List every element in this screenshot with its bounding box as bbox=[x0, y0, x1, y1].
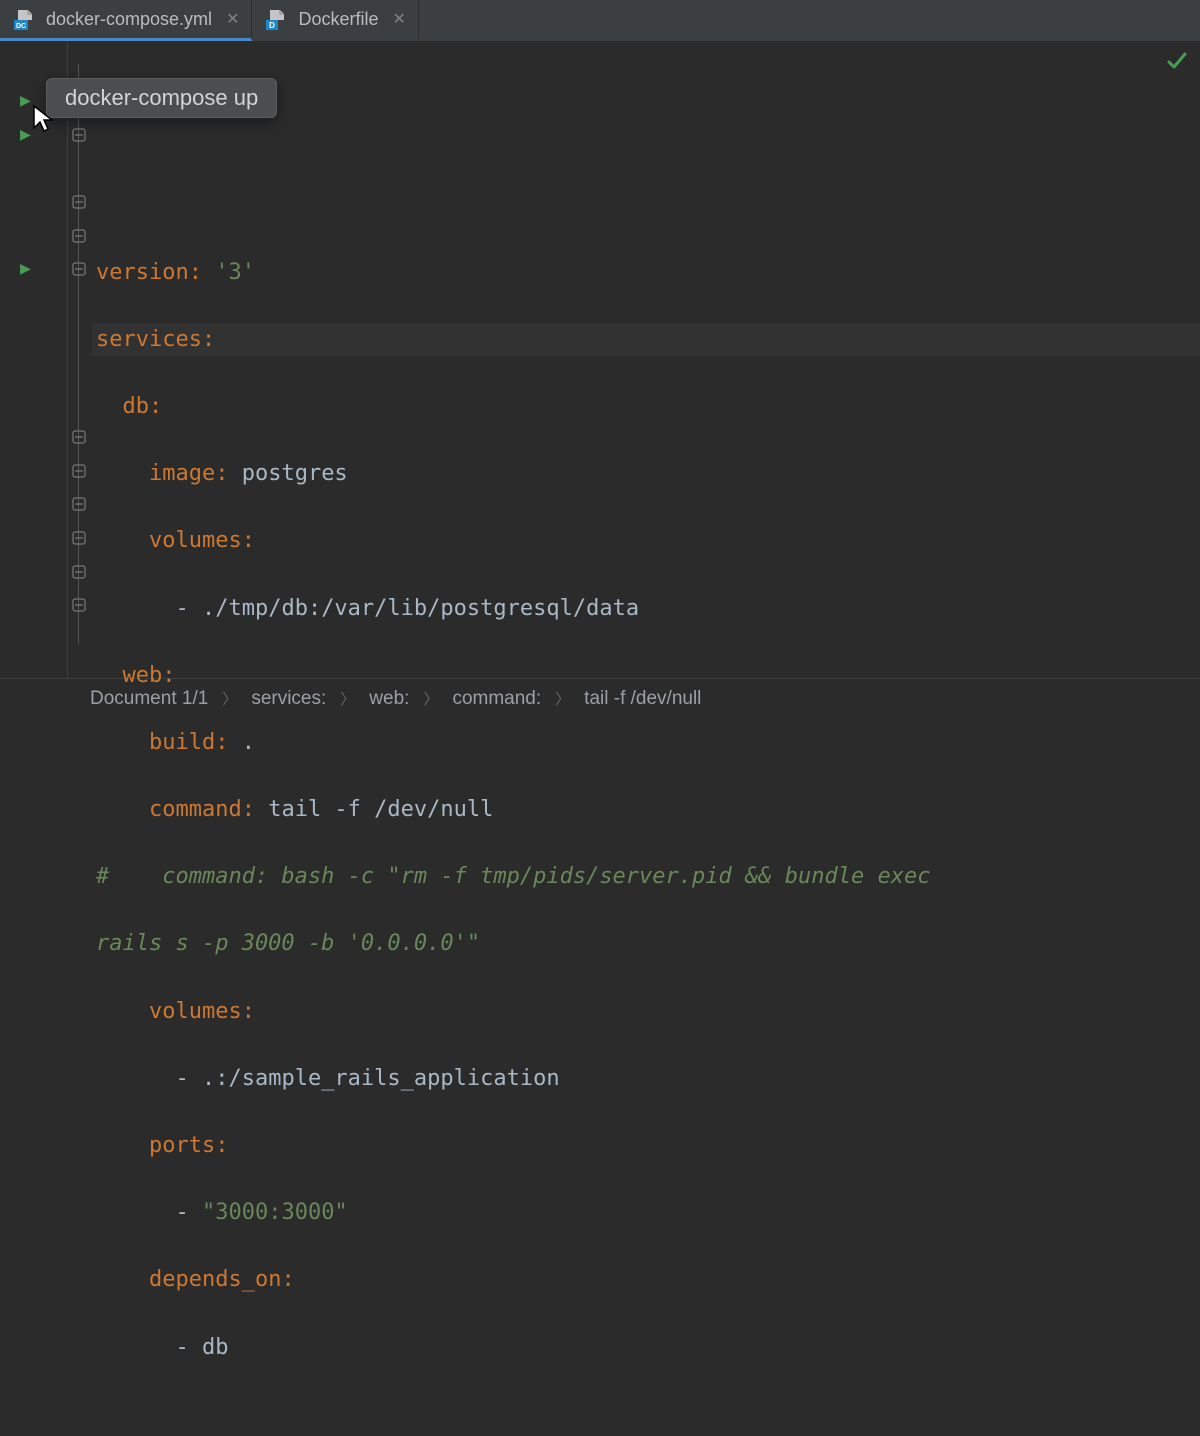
code-line: ports: bbox=[92, 1129, 1200, 1163]
code-line: - ./tmp/db:/var/lib/postgresql/data bbox=[92, 592, 1200, 626]
close-icon[interactable]: ✕ bbox=[226, 9, 239, 29]
fold-handle-icon[interactable] bbox=[70, 428, 88, 446]
run-gutter-icon[interactable]: ▶ bbox=[20, 90, 31, 111]
code-line: - "3000:3000" bbox=[92, 1196, 1200, 1230]
code-line: build: . bbox=[92, 726, 1200, 760]
tab-label: Dockerfile bbox=[298, 9, 378, 30]
tooltip-text: docker-compose up bbox=[65, 85, 258, 110]
run-gutter-icon[interactable]: ▶ bbox=[20, 258, 31, 279]
fold-guide-line bbox=[78, 64, 79, 644]
gutter: ▶ ▶ ▶ bbox=[0, 42, 68, 678]
analysis-ok-icon[interactable] bbox=[1166, 50, 1188, 77]
editor: ▶ ▶ ▶ version: '3' services: db: image: … bbox=[0, 42, 1200, 678]
code-line: - .:/sample_rails_application bbox=[92, 1062, 1200, 1096]
fold-handle-icon[interactable] bbox=[70, 563, 88, 581]
close-icon[interactable]: ✕ bbox=[393, 9, 406, 29]
code-area[interactable]: version: '3' services: db: image: postgr… bbox=[92, 42, 1200, 678]
fold-handle-icon[interactable] bbox=[70, 193, 88, 211]
code-line: - db bbox=[92, 1331, 1200, 1365]
tab-docker-compose[interactable]: DC docker-compose.yml ✕ bbox=[0, 0, 252, 41]
fold-handle-icon[interactable] bbox=[70, 495, 88, 513]
code-line: web: bbox=[92, 659, 1200, 693]
dc-file-icon: DC bbox=[14, 8, 36, 30]
run-gutter-icon[interactable]: ▶ bbox=[20, 124, 31, 145]
code-line: # command: bash -c "rm -f tmp/pids/serve… bbox=[92, 860, 1200, 894]
svg-text:D: D bbox=[270, 21, 276, 30]
svg-text:DC: DC bbox=[16, 23, 26, 30]
fold-handle-icon[interactable] bbox=[70, 126, 88, 144]
code-line: rails s -p 3000 -b '0.0.0.0'" bbox=[92, 927, 1200, 961]
code-line: command: tail -f /dev/null bbox=[92, 793, 1200, 827]
code-line: volumes: bbox=[92, 524, 1200, 558]
tab-label: docker-compose.yml bbox=[46, 9, 212, 30]
d-file-icon: D bbox=[266, 8, 288, 30]
fold-gutter bbox=[68, 42, 92, 678]
fold-end-icon[interactable] bbox=[70, 462, 88, 480]
code-line: image: postgres bbox=[92, 457, 1200, 491]
code-line: depends_on: bbox=[92, 1263, 1200, 1297]
fold-handle-icon[interactable] bbox=[70, 260, 88, 278]
code-line: db: bbox=[92, 390, 1200, 424]
code-line: services: bbox=[92, 323, 1200, 357]
fold-end-icon[interactable] bbox=[70, 596, 88, 614]
tab-dockerfile[interactable]: D Dockerfile ✕ bbox=[252, 0, 418, 41]
run-tooltip: docker-compose up bbox=[46, 78, 277, 118]
code-line: volumes: bbox=[92, 995, 1200, 1029]
tab-bar: DC docker-compose.yml ✕ D Dockerfile ✕ bbox=[0, 0, 1200, 42]
fold-end-icon[interactable] bbox=[70, 227, 88, 245]
fold-end-icon[interactable] bbox=[70, 529, 88, 547]
code-line: version: '3' bbox=[92, 256, 1200, 290]
